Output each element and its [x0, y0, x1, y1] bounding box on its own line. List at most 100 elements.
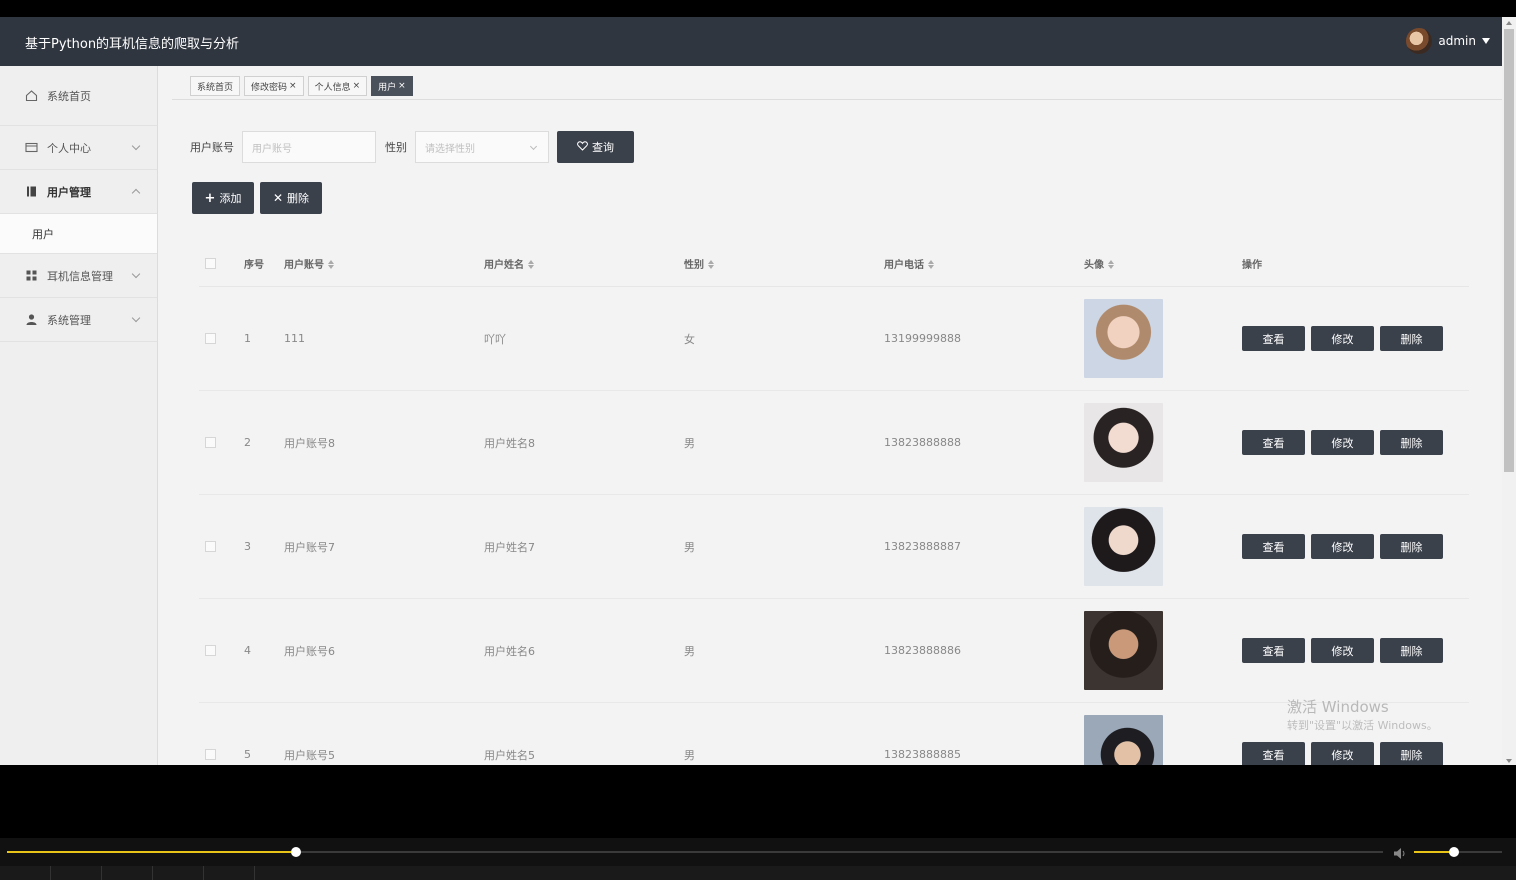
app-window: 基于Python的耳机信息的爬取与分析 admin 系统首页 个人中心 用户管理	[0, 17, 1502, 765]
sidebar-item-system[interactable]: 系统管理	[0, 298, 157, 342]
row-name: 用户姓名7	[484, 540, 535, 554]
row-sex: 男	[684, 644, 695, 658]
tab-user[interactable]: 用户 ×	[371, 76, 413, 96]
view-button[interactable]: 查看	[1242, 742, 1305, 765]
avatar	[1084, 507, 1163, 586]
view-button[interactable]: 查看	[1242, 326, 1305, 351]
person-icon	[24, 313, 38, 327]
progress-handle[interactable]	[290, 847, 301, 857]
activation-watermark-text: 转到"设置"以激活 Windows。	[1287, 719, 1438, 732]
row-checkbox[interactable]	[205, 541, 216, 552]
delete-button[interactable]: 删除	[1380, 638, 1443, 663]
edit-button[interactable]: 修改	[1311, 430, 1374, 455]
view-button[interactable]: 查看	[1242, 430, 1305, 455]
sort-icon[interactable]	[1108, 260, 1114, 269]
row-account: 用户账号5	[284, 748, 335, 762]
column-header-avatar[interactable]: 头像	[1084, 256, 1242, 271]
tab-home[interactable]: 系统首页	[190, 76, 241, 96]
sidebar-subitem-user[interactable]: 用户	[0, 214, 157, 254]
row-name: 用户姓名5	[484, 748, 535, 762]
sex-select[interactable]: 请选择性别	[415, 131, 549, 163]
avatar	[1084, 611, 1163, 690]
chevron-down-icon	[131, 141, 141, 151]
query-button[interactable]: 查询	[557, 131, 634, 163]
edit-button[interactable]: 修改	[1311, 742, 1374, 765]
row-name: 吖吖	[484, 332, 506, 346]
plus-icon: +	[204, 190, 216, 206]
tab-personal-info[interactable]: 个人信息 ×	[307, 76, 368, 96]
sidebar-item-personal[interactable]: 个人中心	[0, 126, 157, 170]
row-account: 111	[284, 332, 305, 345]
close-icon[interactable]: ×	[353, 81, 361, 91]
row-index: 3	[244, 540, 251, 553]
delete-button[interactable]: 删除	[1380, 534, 1443, 559]
row-checkbox[interactable]	[205, 645, 216, 656]
chevron-up-icon	[131, 188, 141, 198]
row-phone: 13823888885	[884, 748, 961, 761]
delete-button[interactable]: 删除	[1380, 326, 1443, 351]
volume-handle[interactable]	[1448, 847, 1459, 857]
row-index: 5	[244, 748, 251, 761]
close-icon[interactable]: ×	[289, 81, 297, 91]
edit-button[interactable]: 修改	[1311, 534, 1374, 559]
scroll-down-icon[interactable]	[1506, 759, 1512, 763]
row-checkbox[interactable]	[205, 749, 216, 760]
column-header-sex[interactable]: 性别	[684, 256, 884, 271]
delete-button[interactable]: 删除	[1380, 742, 1443, 765]
table-row: 1 111 吖吖女 13199999888 查看 修改 删除	[199, 287, 1469, 391]
sidebar-item-home[interactable]: 系统首页	[0, 66, 157, 126]
sidebar-item-earphone-management[interactable]: 耳机信息管理	[0, 254, 157, 298]
edit-button[interactable]: 修改	[1311, 638, 1374, 663]
table-row: 3 用户账号7 用户姓名7 男 13823888887 查看 修改 删除	[199, 495, 1469, 599]
sort-icon[interactable]	[528, 260, 534, 269]
row-phone: 13823888888	[884, 436, 961, 449]
column-header-name[interactable]: 用户姓名	[484, 256, 684, 271]
view-button[interactable]: 查看	[1242, 638, 1305, 663]
select-all-checkbox[interactable]	[205, 257, 216, 269]
account-input[interactable]: 用户账号	[242, 131, 376, 163]
row-sex: 男	[684, 436, 695, 450]
scrollbar-thumb[interactable]	[1504, 29, 1514, 472]
table-body: 1 111 吖吖女 13199999888 查看 修改 删除 2 用户账号8 用户姓名8 男 1382…	[199, 287, 1469, 765]
row-index: 1	[244, 332, 251, 345]
chevron-down-icon	[131, 313, 141, 323]
sort-icon[interactable]	[708, 260, 714, 269]
scroll-up-icon[interactable]	[1506, 21, 1512, 25]
edit-button[interactable]: 修改	[1311, 326, 1374, 351]
sidebar-item-user-management[interactable]: 用户管理	[0, 170, 157, 214]
caret-down-icon[interactable]	[1482, 38, 1490, 44]
row-sex: 男	[684, 748, 695, 762]
tab-bar: 系统首页 修改密码 × 个人信息 × 用户 ×	[190, 76, 413, 98]
add-button[interactable]: + 添加	[192, 182, 254, 214]
user-table: 序号 用户账号 用户姓名 性别 用户电话 头像 操作 1 111 吖吖女 131999…	[199, 240, 1469, 765]
avatar	[1084, 403, 1163, 482]
chevron-down-icon	[131, 269, 141, 279]
delete-button[interactable]: 删除	[1380, 430, 1443, 455]
user-menu[interactable]: admin	[1406, 28, 1490, 54]
row-phone: 13199999888	[884, 332, 961, 345]
avatar[interactable]	[1406, 28, 1433, 54]
column-header: 序号	[244, 259, 264, 271]
table-row: 5 用户账号5 用户姓名5 男 13823888885 查看 修改 删除	[199, 703, 1469, 765]
close-icon[interactable]: ×	[398, 81, 406, 91]
column-header-actions: 操作	[1242, 259, 1262, 271]
volume-fill	[1414, 851, 1454, 853]
username[interactable]: admin	[1438, 34, 1476, 48]
row-account: 用户账号8	[284, 436, 335, 450]
batch-delete-button[interactable]: ✕ 删除	[260, 182, 322, 214]
sort-icon[interactable]	[328, 260, 334, 269]
row-sex: 女	[684, 332, 695, 346]
volume-icon[interactable]	[1393, 845, 1407, 864]
progress-bar[interactable]	[7, 847, 1383, 857]
table-row: 4 用户账号6 用户姓名6 男 13823888886 查看 修改 删除	[199, 599, 1469, 703]
tab-change-password[interactable]: 修改密码 ×	[244, 76, 304, 96]
column-header-phone[interactable]: 用户电话	[884, 256, 1084, 271]
volume-slider[interactable]	[1414, 847, 1502, 857]
sidebar-item-label: 个人中心	[47, 141, 91, 155]
row-checkbox[interactable]	[205, 437, 216, 448]
view-button[interactable]: 查看	[1242, 534, 1305, 559]
vertical-scrollbar[interactable]	[1502, 17, 1516, 765]
row-checkbox[interactable]	[205, 333, 216, 344]
sort-icon[interactable]	[928, 260, 934, 269]
column-header-account[interactable]: 用户账号	[284, 256, 484, 271]
